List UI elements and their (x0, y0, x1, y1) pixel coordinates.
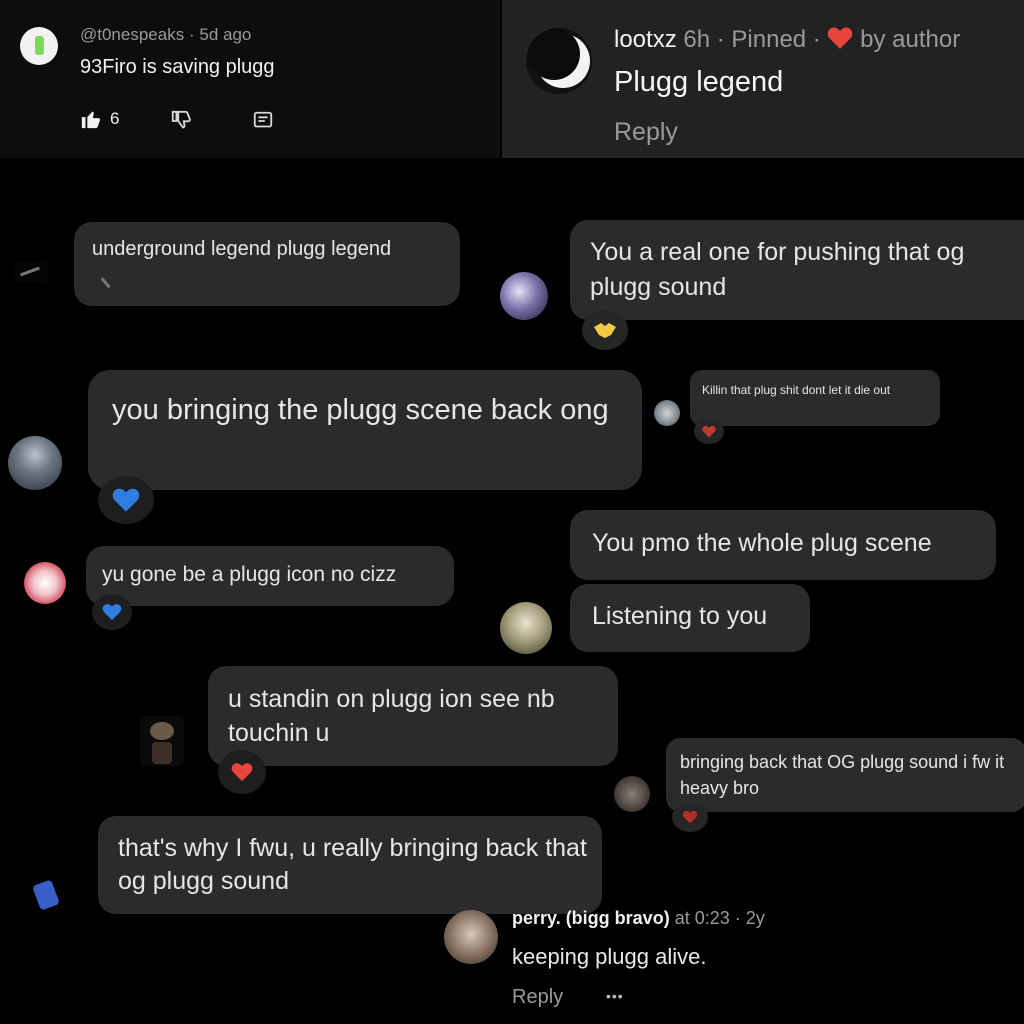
thumbs-down-icon (170, 110, 192, 132)
pinned-label: · Pinned · (716, 26, 821, 53)
message-bubble: that's why I fwu, u really bringing back… (98, 816, 602, 914)
yt-comment-card: @t0nespeaks · 5d ago 93Firo is saving pl… (0, 0, 500, 158)
avatar[interactable] (140, 716, 184, 766)
reply-username[interactable]: perry. (bigg bravo) (512, 908, 670, 928)
by-author-label: by author (860, 26, 961, 53)
reaction-badge[interactable] (672, 802, 708, 832)
avatar[interactable] (526, 28, 592, 94)
bottle-icon (35, 36, 44, 55)
message-text: bringing back that OG plugg sound i fw i… (680, 752, 1005, 798)
avatar[interactable] (614, 776, 650, 812)
avatar[interactable] (30, 872, 72, 914)
message-text: yu gone be a plugg icon no cizz (102, 563, 397, 586)
reply-text: keeping plugg alive. (512, 944, 707, 969)
message-bubble: Killin that plug shit dont let it die ou… (690, 370, 940, 426)
avatar[interactable] (444, 910, 498, 964)
message-bubble: underground legend plugg legend (74, 222, 460, 306)
avatar[interactable] (24, 562, 66, 604)
comment-text: 93Firo is saving plugg (80, 56, 275, 78)
more-options-icon[interactable]: ••• (606, 988, 624, 1004)
reaction-badge[interactable] (694, 418, 724, 444)
message-text: u standin on plugg ion see nb touchin u (228, 685, 555, 747)
pinned-username[interactable]: lootxz (614, 26, 677, 53)
message-text: You pmo the whole plug scene (592, 529, 932, 557)
reply-icon (252, 110, 274, 132)
blue-heart-emoji-icon (112, 487, 140, 513)
red-heart-emoji-icon (231, 762, 253, 782)
message-bubble: You pmo the whole plug scene (570, 510, 996, 580)
pinned-text: Plugg legend (614, 66, 784, 98)
message-bubble: Listening to you (570, 584, 810, 652)
reply-button[interactable] (252, 110, 274, 132)
reply-meta: at 0:23 · 2y (674, 908, 765, 928)
message-bubble: bringing back that OG plugg sound i fw i… (666, 738, 1024, 812)
message-bubble: You a real one for pushing that og plugg… (570, 220, 1024, 320)
tools-emoji-icon (100, 265, 125, 289)
reaction-badge[interactable] (582, 310, 628, 350)
red-heart-emoji-icon (682, 810, 698, 824)
message-text: you bringing the plugg scene back ong (112, 394, 609, 426)
message-bubble: u standin on plugg ion see nb touchin u (208, 666, 618, 766)
comment-time: 5d ago (199, 25, 252, 44)
avatar[interactable] (500, 272, 548, 320)
handshake-emoji-icon (592, 321, 618, 339)
heart-icon (827, 26, 853, 50)
reaction-badge[interactable] (98, 476, 154, 524)
message-text: Killin that plug shit dont let it die ou… (702, 383, 891, 397)
comment-handle[interactable]: @t0nespeaks (80, 25, 184, 44)
separator: · (188, 25, 195, 44)
message-bubble: yu gone be a plugg icon no cizz (86, 546, 454, 606)
avatar[interactable] (8, 436, 62, 490)
reply-button[interactable]: Reply (614, 118, 678, 147)
dislike-button[interactable] (170, 110, 192, 132)
avatar[interactable] (20, 27, 58, 65)
message-text: that's why I fwu, u really bringing back… (118, 834, 587, 895)
like-button[interactable]: 6 (80, 108, 119, 130)
red-heart-emoji-icon (702, 425, 716, 438)
reply-button[interactable]: Reply (512, 986, 563, 1009)
reaction-badge[interactable] (92, 594, 132, 630)
pinned-comment-card: lootxz 6h · Pinned · by author Plugg leg… (502, 0, 1024, 158)
avatar[interactable] (14, 262, 48, 282)
reaction-badge[interactable] (218, 750, 266, 794)
message-text: underground legend plugg legend (92, 238, 392, 260)
thumbs-up-icon (80, 108, 102, 130)
pinned-time: 6h (683, 26, 711, 53)
message-bubble: you bringing the plugg scene back ong (88, 370, 642, 490)
avatar[interactable] (500, 602, 552, 654)
message-text: Listening to you (592, 602, 768, 630)
blue-heart-emoji-icon (102, 603, 122, 621)
like-count: 6 (110, 109, 120, 128)
avatar[interactable] (654, 400, 680, 426)
message-text: You a real one for pushing that og plugg… (590, 238, 965, 301)
